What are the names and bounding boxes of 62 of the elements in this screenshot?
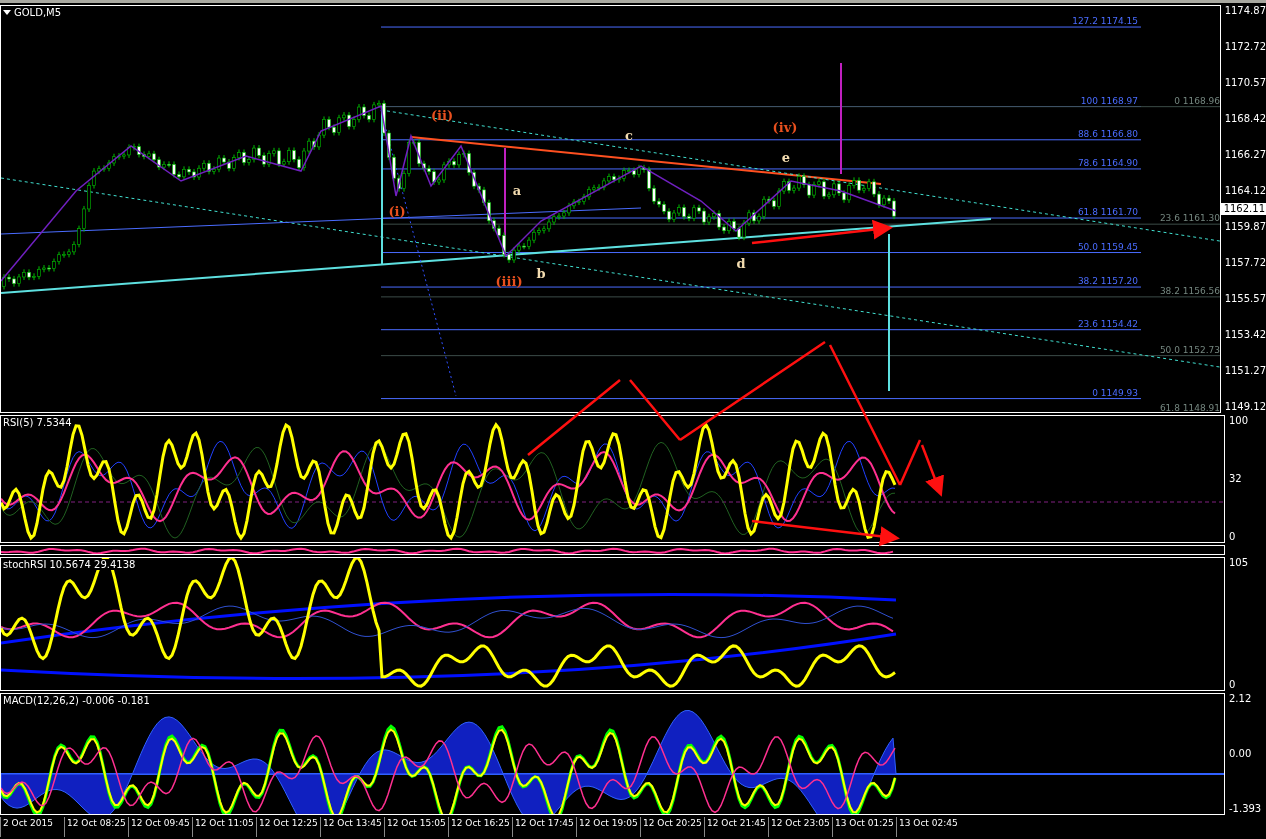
fib-level-label: 23.6 1161.30	[1159, 213, 1220, 224]
price-axis-label: 1172.72	[1224, 41, 1266, 53]
time-axis-label: 12 Oct 13:45	[320, 817, 384, 837]
price-axis-label: 1149.12	[1224, 401, 1266, 413]
price-axis-label: 1151.27	[1224, 365, 1266, 377]
stoch-axis-label: 0	[1229, 679, 1237, 691]
wave-label: b	[536, 266, 546, 281]
fib-level-label: 0 1168.96	[1174, 95, 1220, 106]
macd-label: MACD(12,26,2) -0.006 -0.181	[3, 695, 150, 706]
time-axis-label: 13 Oct 02:45	[896, 817, 960, 837]
wave-label: (ii)	[430, 108, 454, 123]
price-axis-label: 1166.27	[1224, 149, 1266, 161]
fib-level-label: 0 1149.93	[1092, 387, 1138, 398]
time-axis-label: 12 Oct 17:45	[512, 817, 576, 837]
fib-level-label: 61.8 1148.91	[1159, 403, 1220, 412]
rsi-label: RSI(5) 7.5344	[3, 417, 72, 428]
time-axis-label: 12 Oct 15:05	[384, 817, 448, 837]
price-axis-label: 1170.57	[1224, 77, 1266, 89]
chart-title: GOLD,M5	[14, 7, 62, 18]
fib-level-label: 50.0 1152.73	[1159, 344, 1220, 355]
price-axis-label: 1155.57	[1224, 293, 1266, 305]
time-axis-label: 12 Oct 23:05	[768, 817, 832, 837]
price-axis-label: 1159.87	[1224, 221, 1266, 233]
wave-label: e	[781, 150, 791, 165]
rsi-axis-label: 100	[1229, 415, 1250, 427]
price-axis-label: 1174.87	[1224, 5, 1266, 17]
wave-label: d	[736, 256, 746, 271]
price-axis-label: 1164.12	[1224, 185, 1266, 197]
price-axis-label: 1157.72	[1224, 257, 1266, 269]
macd-axis-label: 0.00	[1229, 748, 1253, 760]
fib-level-label: 38.2 1156.56	[1159, 285, 1220, 296]
fib-level-label: 38.2 1157.20	[1077, 276, 1138, 287]
fib-level-label: 23.6 1154.42	[1077, 318, 1138, 329]
time-axis-label: 13 Oct 01:25	[832, 817, 896, 837]
wave-label: (i)	[388, 204, 406, 219]
wave-label: (iii)	[495, 274, 523, 289]
time-axis-label: 12 Oct 20:25	[640, 817, 704, 837]
time-axis-label: 12 Oct 09:45	[128, 817, 192, 837]
fib-level-label: 88.6 1166.80	[1077, 128, 1138, 139]
time-axis-label: 12 Oct 12:25	[256, 817, 320, 837]
time-axis-label: 12 Oct 19:05	[576, 817, 640, 837]
fib-level-label: 100 1168.97	[1080, 95, 1138, 106]
time-axis-label: 2 Oct 2015	[0, 817, 64, 837]
macd-axis-label: 2.12	[1229, 693, 1253, 705]
price-axis-label: 1153.42	[1224, 329, 1266, 341]
rsi-axis-label: 32	[1229, 473, 1243, 485]
stoch-axis-label: 105	[1229, 557, 1250, 569]
rsi-axis-label: 0	[1229, 531, 1237, 543]
stoch-rsi-label: stochRSI 10.5674 29.4138	[3, 559, 136, 570]
macd-axis-label: -1.393	[1229, 803, 1263, 815]
fib-level-label: 127.2 1174.15	[1072, 16, 1138, 27]
wave-label: (iv)	[772, 120, 798, 135]
time-axis-label: 12 Oct 16:25	[448, 817, 512, 837]
wave-label: a	[512, 183, 522, 198]
fib-level-label: 61.8 1161.70	[1077, 207, 1138, 218]
time-axis-label: 12 Oct 21:45	[704, 817, 768, 837]
fib-level-label: 78.6 1164.90	[1077, 157, 1138, 168]
current-price-tag: 1162.11	[1220, 203, 1266, 215]
price-axis-label: 1168.42	[1224, 113, 1266, 125]
time-axis-label: 12 Oct 11:05	[192, 817, 256, 837]
time-axis-label: 12 Oct 08:25	[64, 817, 128, 837]
fib-level-label: 50.0 1159.45	[1077, 241, 1138, 252]
